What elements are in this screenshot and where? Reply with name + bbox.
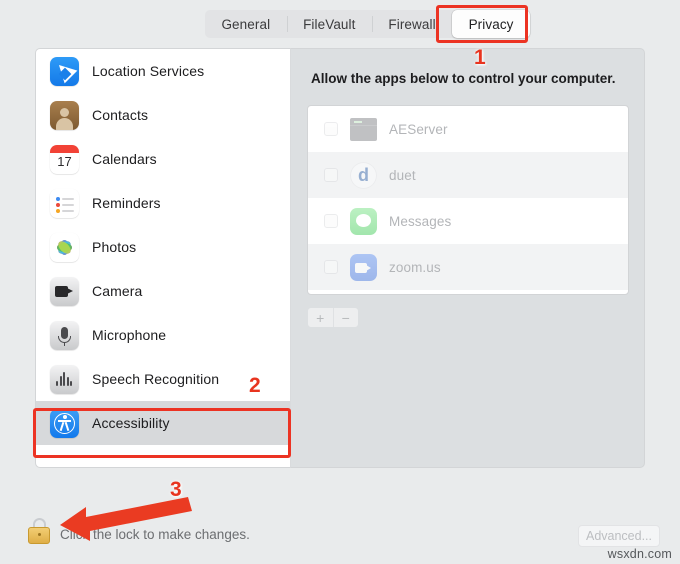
closed-lock-icon[interactable] xyxy=(28,518,50,544)
allowed-apps-list[interactable]: AEServer d duet Messages zoom.us xyxy=(307,105,629,295)
sidebar-item-camera[interactable]: Camera xyxy=(36,269,290,313)
sidebar-item-label: Reminders xyxy=(92,195,161,211)
list-item[interactable]: Messages xyxy=(308,198,628,244)
privacy-category-sidebar: Location Services Contacts 17 Calendars xyxy=(35,48,290,468)
tab-general-label: General xyxy=(221,16,271,32)
annotation-box-accessibility xyxy=(33,408,291,458)
tab-filevault[interactable]: FileVault xyxy=(286,10,372,38)
app-label: AEServer xyxy=(389,121,448,137)
reminders-icon xyxy=(50,188,79,218)
zoom-icon xyxy=(350,253,377,281)
location-services-icon xyxy=(50,56,79,86)
annotation-arrow-to-lock xyxy=(60,495,195,545)
microphone-icon xyxy=(50,320,79,350)
sidebar-item-label: Microphone xyxy=(92,327,167,343)
sidebar-item-label: Calendars xyxy=(92,151,157,167)
speech-recognition-icon xyxy=(50,364,79,394)
sidebar-item-label: Location Services xyxy=(92,63,205,79)
app-label: Messages xyxy=(389,213,452,229)
camera-icon xyxy=(50,276,79,306)
annotation-number-2: 2 xyxy=(249,374,261,397)
calendars-icon: 17 xyxy=(50,144,79,174)
photos-icon xyxy=(50,232,79,262)
annotation-number-1: 1 xyxy=(474,46,486,69)
messages-icon xyxy=(350,207,377,235)
duet-icon: d xyxy=(350,161,377,189)
list-item[interactable]: AEServer xyxy=(308,106,628,152)
aeserver-icon xyxy=(350,116,377,143)
sidebar-item-label: Camera xyxy=(92,283,143,299)
sidebar-item-reminders[interactable]: Reminders xyxy=(36,181,290,225)
list-item[interactable]: d duet xyxy=(308,152,628,198)
sidebar-item-calendars[interactable]: 17 Calendars xyxy=(36,137,290,181)
calendar-day: 17 xyxy=(57,153,72,169)
app-checkbox[interactable] xyxy=(324,214,338,228)
app-checkbox[interactable] xyxy=(324,122,338,136)
remove-app-button[interactable]: − xyxy=(332,308,359,327)
contacts-icon xyxy=(50,100,79,130)
watermark: wsxdn.com xyxy=(607,547,672,561)
list-item[interactable]: zoom.us xyxy=(308,244,628,290)
sidebar-item-microphone[interactable]: Microphone xyxy=(36,313,290,357)
app-label: duet xyxy=(389,167,416,183)
tab-filevault-label: FileVault xyxy=(303,16,356,32)
app-checkbox[interactable] xyxy=(324,168,338,182)
sidebar-item-contacts[interactable]: Contacts xyxy=(36,93,290,137)
sidebar-item-label: Speech Recognition xyxy=(92,371,220,387)
sidebar-item-label: Photos xyxy=(92,239,137,255)
sidebar-item-location-services[interactable]: Location Services xyxy=(36,49,290,93)
advanced-button[interactable]: Advanced... xyxy=(578,525,660,547)
privacy-content-panel: Allow the apps below to control your com… xyxy=(290,48,645,468)
sidebar-item-photos[interactable]: Photos xyxy=(36,225,290,269)
sidebar-item-label: Contacts xyxy=(92,107,149,123)
add-remove-app-buttons: + − xyxy=(307,307,359,328)
system-preferences-window: General FileVault Firewall Privacy Locat… xyxy=(0,0,680,564)
app-label: zoom.us xyxy=(389,259,441,275)
app-checkbox[interactable] xyxy=(324,260,338,274)
content-heading: Allow the apps below to control your com… xyxy=(311,71,616,86)
add-app-button[interactable]: + xyxy=(308,308,333,327)
tab-general[interactable]: General xyxy=(205,10,287,38)
tab-firewall-label: Firewall xyxy=(388,16,436,32)
red-arrow-icon xyxy=(60,497,192,541)
annotation-box-privacy-tab xyxy=(436,5,528,43)
